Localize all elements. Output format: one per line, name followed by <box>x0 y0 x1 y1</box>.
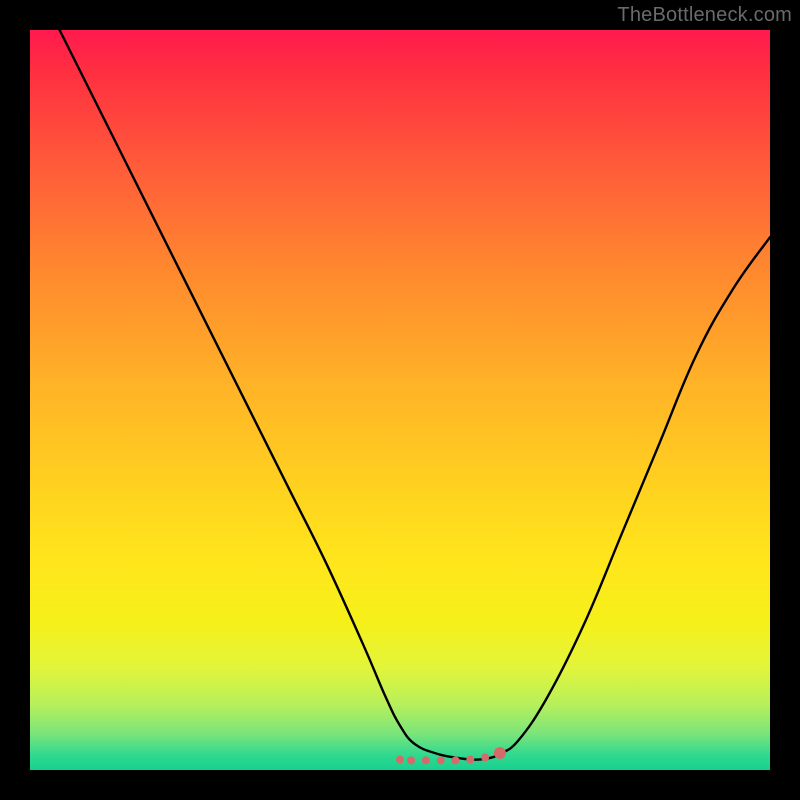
bottleneck-curve <box>60 30 770 760</box>
chart-frame: TheBottleneck.com <box>0 0 800 800</box>
valley-markers <box>396 747 506 764</box>
valley-marker <box>481 753 489 761</box>
valley-marker <box>407 756 415 764</box>
attribution-text: TheBottleneck.com <box>617 4 792 27</box>
chart-svg <box>30 30 770 770</box>
plot-area <box>30 30 770 770</box>
valley-marker <box>437 756 445 764</box>
valley-marker <box>466 756 474 764</box>
valley-marker <box>452 756 460 764</box>
valley-marker <box>396 756 404 764</box>
valley-marker <box>422 756 430 764</box>
valley-marker <box>494 747 506 759</box>
